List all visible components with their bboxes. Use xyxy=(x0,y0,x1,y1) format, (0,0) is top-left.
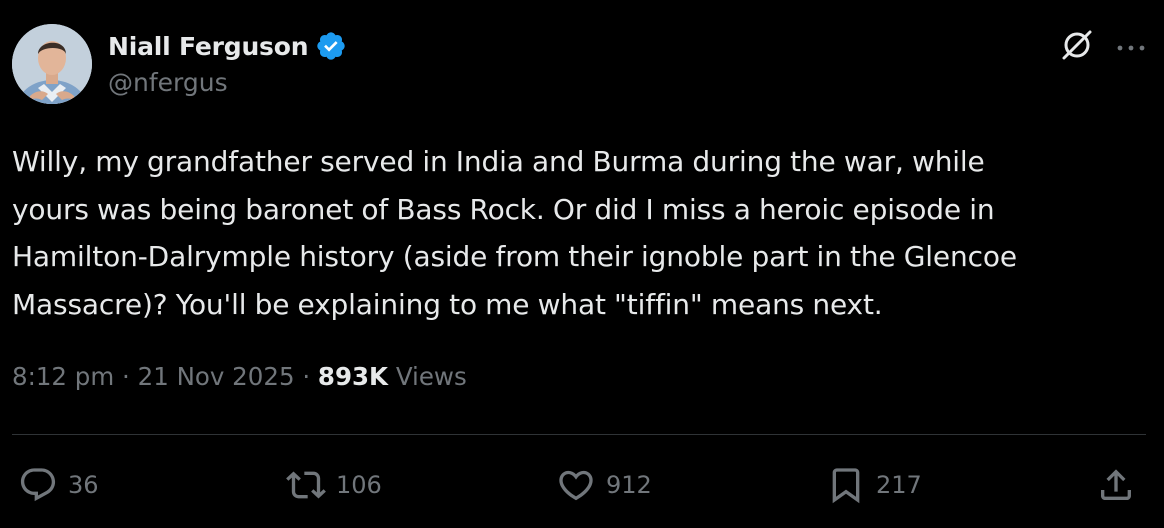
retweet-button[interactable]: 106 xyxy=(286,460,382,510)
views-count[interactable]: 893K xyxy=(318,362,388,391)
tweet-time[interactable]: 8:12 pm xyxy=(12,362,114,391)
retweet-icon xyxy=(286,465,326,505)
meta-separator: · xyxy=(114,362,138,391)
bookmark-count: 217 xyxy=(876,471,922,499)
tweet-date[interactable]: 21 Nov 2025 xyxy=(138,362,295,391)
author-info: Niall Ferguson @nfergus xyxy=(108,26,347,97)
name-row: Niall Ferguson xyxy=(108,26,347,66)
share-button[interactable] xyxy=(1096,460,1136,510)
more-icon[interactable] xyxy=(1116,38,1146,57)
divider xyxy=(12,434,1146,435)
bookmark-button[interactable]: 217 xyxy=(826,460,922,510)
meta-separator: · xyxy=(294,362,318,391)
like-button[interactable]: 912 xyxy=(556,460,652,510)
tweet-card: Niall Ferguson @nfergus Willy, my grandf… xyxy=(0,0,1164,528)
share-icon xyxy=(1096,465,1136,505)
header-actions xyxy=(1060,28,1146,66)
author-handle[interactable]: @nfergus xyxy=(108,68,347,97)
reply-button[interactable]: 36 xyxy=(18,460,99,510)
heart-icon xyxy=(556,465,596,505)
grok-icon[interactable] xyxy=(1060,28,1094,66)
bookmark-icon xyxy=(826,465,866,505)
tweet-text: Willy, my grandfather served in India an… xyxy=(12,145,1017,321)
tweet-header: Niall Ferguson @nfergus xyxy=(12,24,1146,106)
reply-icon xyxy=(18,465,58,505)
like-count: 912 xyxy=(606,471,652,499)
reply-count: 36 xyxy=(68,471,99,499)
action-bar: 36 106 912 217 xyxy=(18,460,1136,512)
tweet-meta: 8:12 pm · 21 Nov 2025 · 893K Views xyxy=(12,362,467,391)
author-display-name[interactable]: Niall Ferguson xyxy=(108,32,309,61)
verified-badge-icon[interactable] xyxy=(315,30,347,62)
retweet-count: 106 xyxy=(336,471,382,499)
avatar[interactable] xyxy=(12,24,92,104)
views-label: Views xyxy=(388,362,467,391)
